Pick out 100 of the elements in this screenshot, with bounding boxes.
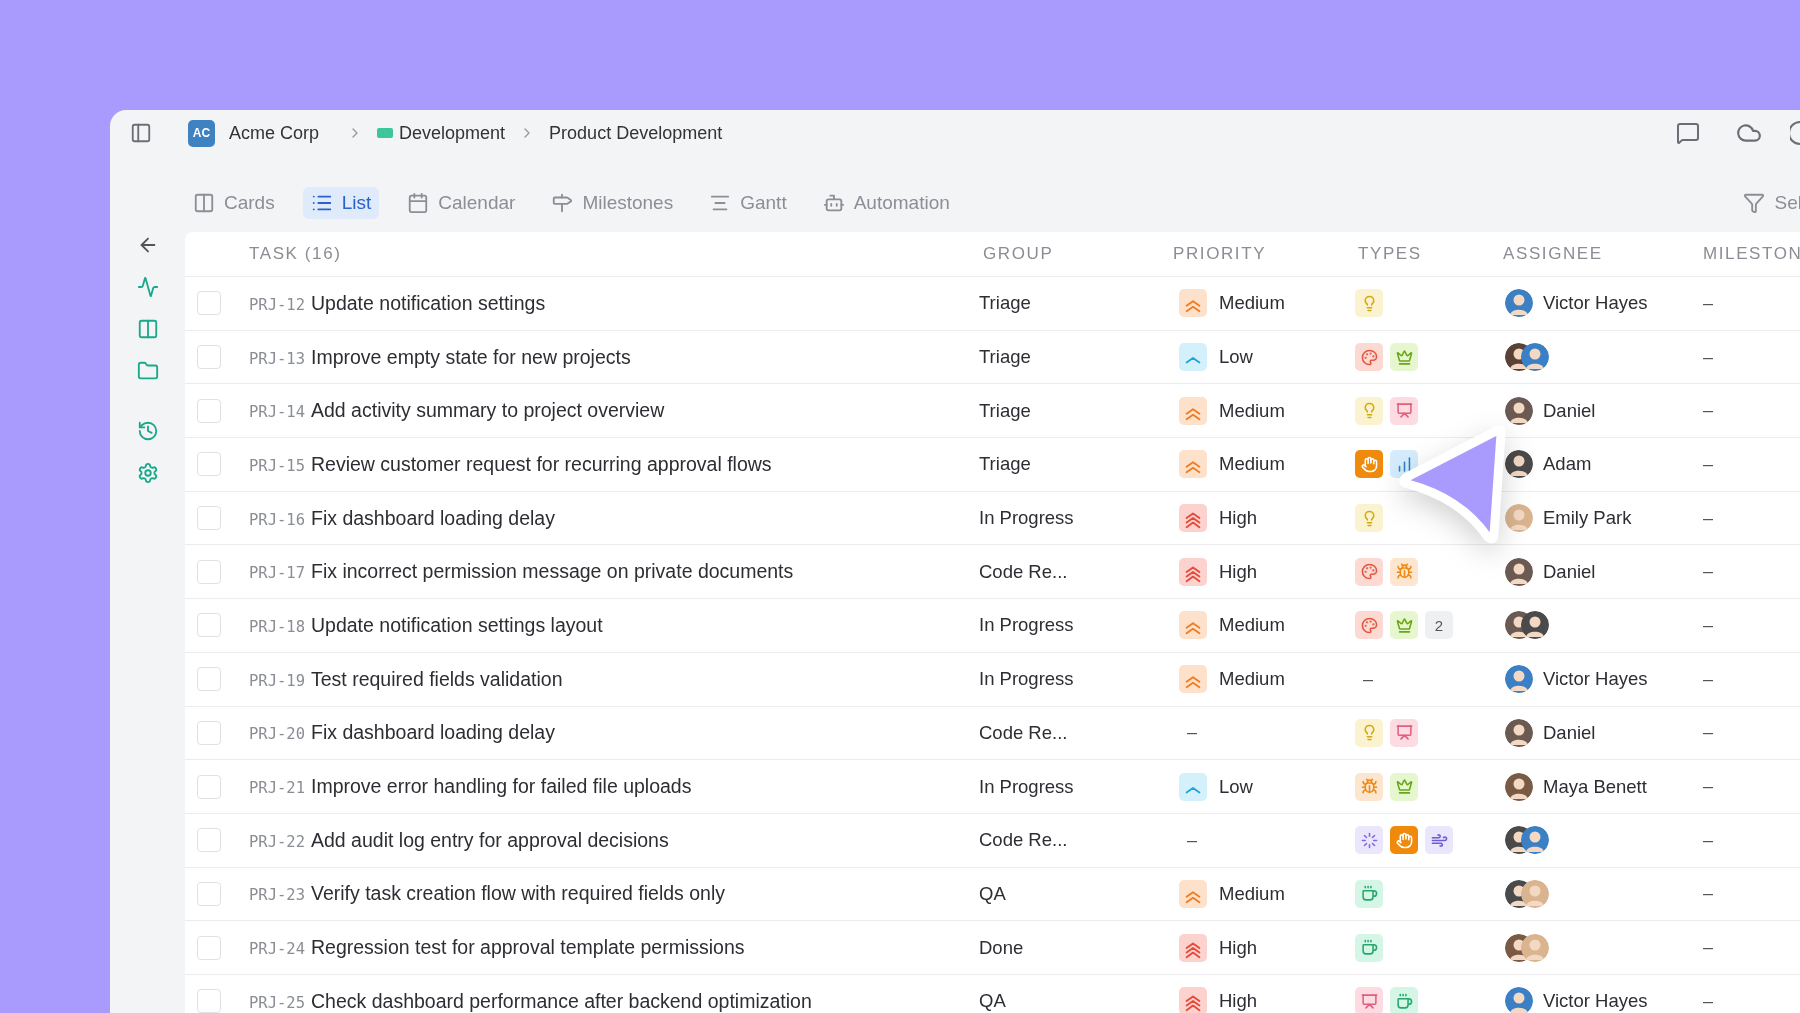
row-checkbox[interactable] (197, 452, 221, 477)
row-checkbox[interactable] (197, 559, 221, 584)
group-cell-text: Triage (978, 346, 1032, 369)
row-checkbox[interactable] (197, 291, 221, 316)
more-types-count[interactable]: 2 (1425, 611, 1453, 640)
task-title[interactable]: Verify task creation flow with required fields only (311, 882, 726, 906)
task-title[interactable]: Update notification settings (311, 291, 546, 315)
group-cell-text: Code Re... (978, 560, 1069, 583)
hand-icon (1395, 831, 1413, 849)
priority-label: Low (1219, 775, 1253, 798)
milestone-cell-text: – (1702, 561, 1714, 583)
palette-icon (1360, 563, 1378, 581)
task-id: PRJ-25 (249, 993, 305, 1012)
assignee-name: Victor Hayes (1543, 668, 1648, 691)
group-cell-text: In Progress (978, 614, 1075, 637)
priority-label: Medium (1219, 399, 1285, 422)
priority-label: Medium (1219, 614, 1285, 637)
task-title[interactable]: Test required fields validation (311, 667, 563, 691)
task-title[interactable]: Add audit log entry for approval decisions (311, 828, 669, 852)
task-title[interactable]: Fix dashboard loading delay (311, 721, 555, 745)
calendar-icon (407, 192, 430, 214)
milestone-cell-text: – (1702, 400, 1714, 422)
bug-icon (1360, 778, 1378, 796)
row-checkbox[interactable] (197, 828, 221, 853)
row-checkbox[interactable] (197, 613, 221, 638)
task-title[interactable]: Add activity summary to project overview (311, 399, 665, 423)
types-empty: – (1362, 668, 1373, 690)
breadcrumb-link[interactable]: Acme Corp (229, 122, 320, 144)
task-title[interactable]: Check dashboard performance after backend optimization (311, 989, 812, 1013)
task-id: PRJ-16 (249, 510, 305, 529)
view-tab[interactable]: List (302, 187, 380, 219)
coffee-cup-icon (1395, 992, 1413, 1010)
priority-label: High (1219, 507, 1258, 530)
settings-icon[interactable] (136, 462, 159, 484)
palette-icon (1360, 616, 1378, 634)
assignee-name: Adam (1543, 453, 1592, 476)
columns-icon (193, 192, 215, 214)
task-id: PRJ-17 (249, 564, 305, 583)
row-checkbox[interactable] (197, 935, 221, 960)
milestone-cell-text: – (1702, 776, 1714, 798)
milestone-cell-text: – (1702, 453, 1714, 475)
group-cell-text: Triage (978, 399, 1032, 422)
history-icon[interactable] (136, 420, 159, 442)
crown-icon (1395, 616, 1413, 634)
milestone-cell-text: – (1702, 722, 1714, 744)
task-id: PRJ-19 (249, 671, 305, 690)
group-cell-text: Triage (978, 453, 1032, 476)
chat-icon[interactable] (1676, 121, 1700, 145)
coffee-cup-icon (1360, 885, 1378, 903)
crown-icon (1395, 778, 1413, 796)
priority-empty: – (1186, 722, 1197, 744)
priority-label: High (1219, 560, 1258, 583)
milestone-cell-text: – (1702, 346, 1714, 368)
milestone-cell-text: – (1702, 668, 1714, 690)
priority-label: Medium (1219, 668, 1285, 691)
group-cell-text: Triage (978, 292, 1032, 315)
presentation-icon (1395, 402, 1413, 420)
task-title[interactable]: Improve error handling for failed file uploads (311, 775, 692, 799)
presentation-icon (1360, 992, 1378, 1010)
row-checkbox[interactable] (197, 720, 221, 745)
group-cell-text: QA (978, 882, 1007, 905)
group-cell-text: In Progress (978, 775, 1075, 798)
folder-icon[interactable] (136, 360, 159, 382)
task-title[interactable]: Update notification settings layout (311, 613, 603, 637)
task-title[interactable]: Fix incorrect permission message on private documents (311, 560, 794, 584)
milestone-cell-text: – (1702, 292, 1714, 314)
row-checkbox[interactable] (197, 506, 221, 531)
task-title[interactable]: Regression test for approval template permissions (311, 936, 745, 960)
assignee-name: Victor Hayes (1543, 990, 1648, 1013)
row-checkbox[interactable] (197, 345, 221, 370)
bug-icon (1395, 563, 1413, 581)
row-checkbox[interactable] (197, 667, 221, 692)
sidebar-toggle-icon[interactable] (130, 122, 152, 144)
group-cell-text: Code Re... (978, 829, 1069, 852)
task-id: PRJ-20 (249, 725, 305, 744)
task-id: PRJ-18 (249, 617, 305, 636)
hand-icon (1360, 455, 1378, 473)
task-id: PRJ-22 (249, 832, 305, 851)
workspace-badge: AC (188, 119, 215, 147)
task-title[interactable]: Fix dashboard loading delay (311, 506, 555, 530)
crown-icon (1395, 348, 1413, 366)
row-checkbox[interactable] (197, 774, 221, 799)
task-id: PRJ-14 (249, 403, 305, 422)
row-checkbox[interactable] (197, 398, 221, 423)
milestone-cell-text: – (1702, 937, 1714, 959)
group-cell-text: In Progress (978, 668, 1075, 691)
coffee-cup-icon (1360, 939, 1378, 957)
chart-icon[interactable] (136, 276, 159, 298)
breadcrumb-link[interactable]: Development (399, 122, 506, 144)
row-checkbox[interactable] (197, 881, 221, 906)
row-checkbox[interactable] (197, 989, 221, 1013)
loader-icon (1360, 831, 1378, 849)
task-title[interactable]: Review customer request for recurring approval flows (311, 452, 772, 476)
group-cell-text: QA (978, 990, 1007, 1013)
board-icon[interactable] (136, 318, 159, 340)
task-id: PRJ-24 (249, 940, 305, 959)
task-title[interactable]: Improve empty state for new projects (311, 345, 631, 369)
priority-label: High (1219, 936, 1258, 959)
priority-label: Medium (1219, 453, 1285, 476)
milestone-cell-text: – (1702, 507, 1714, 529)
